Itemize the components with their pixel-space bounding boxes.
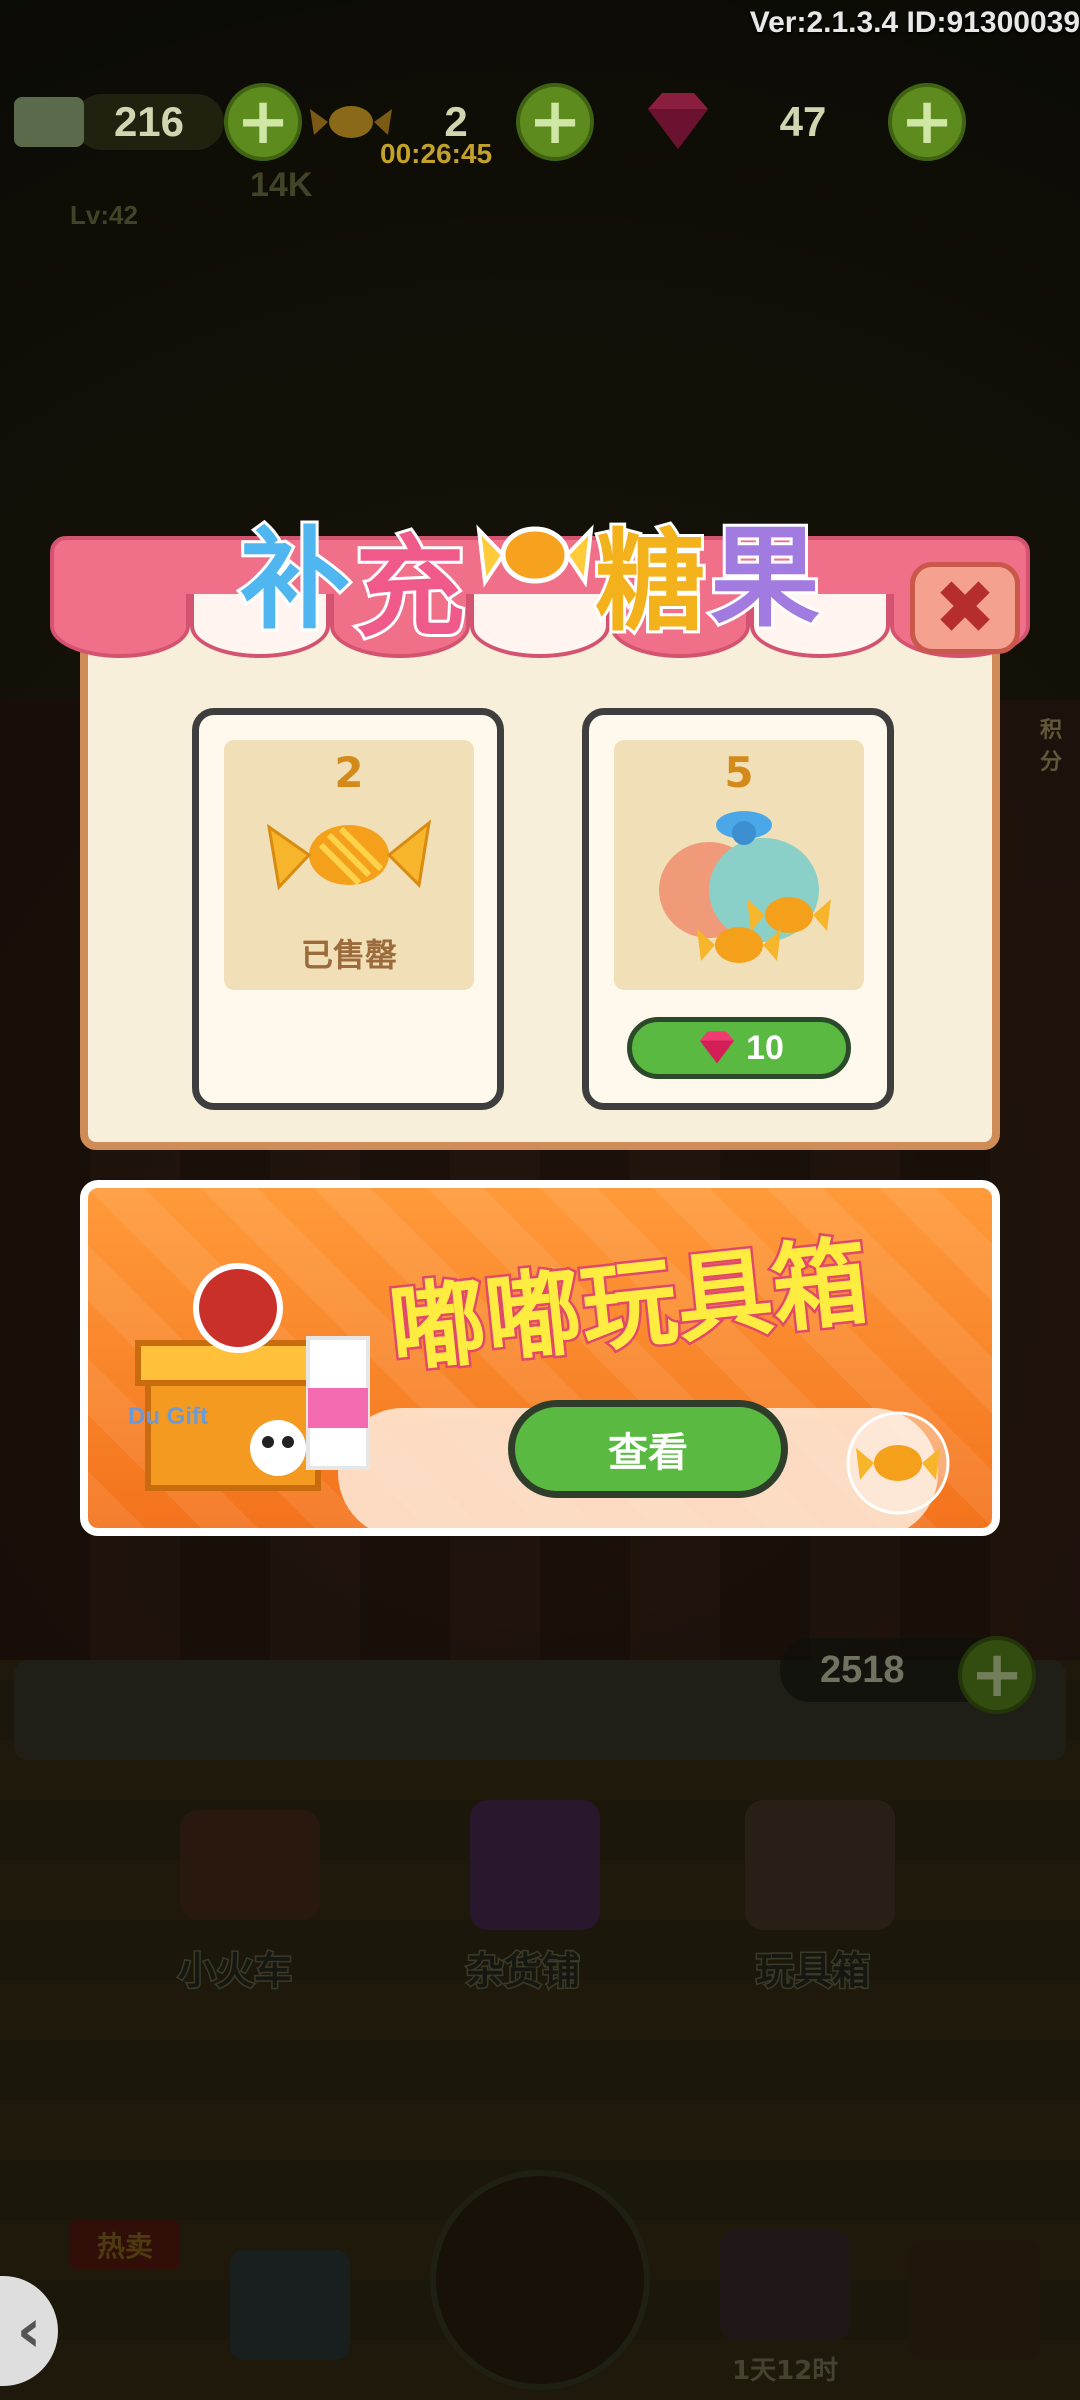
- gem-icon: [648, 93, 708, 149]
- card-1-quantity: 2: [334, 748, 364, 797]
- bubble-candy-icon: [846, 1411, 950, 1515]
- title-char-4: 果: [707, 511, 823, 645]
- candy-offer-card-2[interactable]: 5 10: [582, 708, 894, 1110]
- card-2-image-panel: 5: [614, 740, 864, 990]
- title-char-3: 糖: [592, 515, 708, 649]
- version-label: Ver:2.1.3.4 ID:91300039: [749, 6, 1080, 39]
- candy-offer-card-1[interactable]: 2 已售罄: [192, 708, 504, 1110]
- view-button[interactable]: 查看: [508, 1400, 788, 1498]
- ticket-count: 216: [74, 94, 224, 150]
- title-char-2: 充: [352, 521, 468, 655]
- close-button[interactable]: ✖: [910, 562, 1020, 654]
- candy-icon: [266, 819, 432, 891]
- ticket-resource: 216 +: [14, 82, 302, 162]
- gem-add-button[interactable]: +: [888, 83, 966, 161]
- title-candy-icon: [476, 524, 594, 588]
- ticket-icon: [14, 97, 84, 147]
- card-2-quantity: 5: [724, 748, 754, 797]
- candy-add-button[interactable]: +: [516, 83, 594, 161]
- banner-title: 嘟嘟玩具箱: [382, 1223, 876, 1390]
- buy-gem-button[interactable]: 10: [627, 1017, 851, 1079]
- gem-resource: 47 +: [638, 82, 966, 162]
- gem-price: 10: [746, 1028, 784, 1067]
- candy-bag-icon: [659, 811, 831, 963]
- gift-box-label: Du Gift: [128, 1403, 208, 1430]
- title-char-1: 补: [237, 513, 353, 647]
- sold-out-label: 已售罄: [300, 936, 397, 974]
- modal-title: 补 充 糖 果: [237, 470, 860, 655]
- card-1-image-panel: 2 已售罄: [224, 740, 474, 990]
- gift-box-icon: [135, 1263, 370, 1491]
- ticket-add-button[interactable]: +: [224, 83, 302, 161]
- gem-icon: [699, 1031, 735, 1064]
- gem-count: 47: [779, 98, 827, 145]
- candy-timer: 00:26:45: [380, 138, 493, 169]
